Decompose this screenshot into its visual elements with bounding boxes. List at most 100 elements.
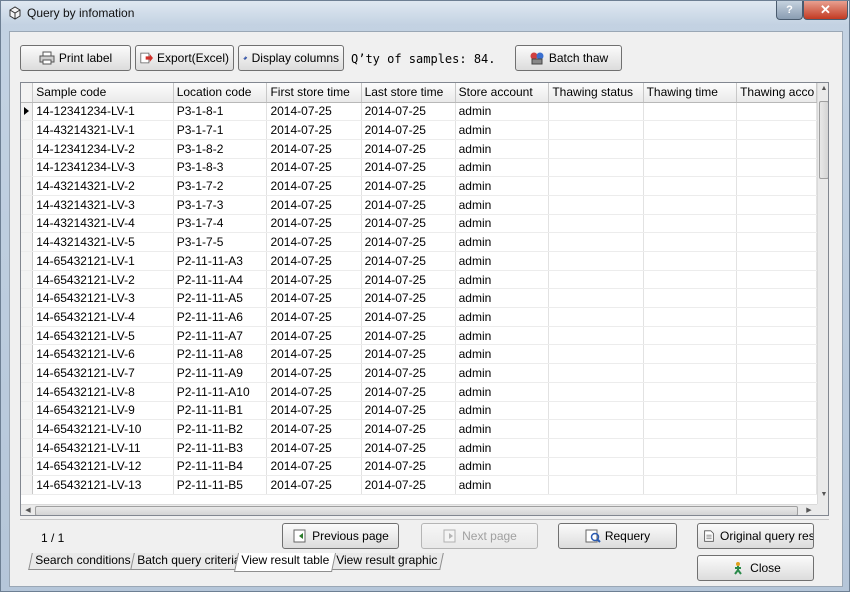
- table-cell[interactable]: 2014-07-25: [266, 382, 362, 402]
- vertical-scrollbar[interactable]: ▲ ▼: [817, 83, 828, 504]
- tab-search-conditions[interactable]: Search conditions: [28, 553, 138, 570]
- table-cell[interactable]: [548, 363, 644, 383]
- table-cell[interactable]: [643, 232, 738, 252]
- scroll-right-icon[interactable]: ▶: [803, 506, 815, 514]
- table-cell[interactable]: 14-65432121-LV-11: [32, 438, 174, 458]
- table-cell[interactable]: [736, 475, 817, 495]
- table-cell[interactable]: P3-1-8-1: [173, 102, 268, 122]
- table-cell[interactable]: 2014-07-25: [361, 382, 456, 402]
- table-cell[interactable]: P2-11-11-B2: [173, 419, 268, 439]
- table-cell[interactable]: [736, 214, 817, 234]
- table-cell[interactable]: P2-11-11-B4: [173, 457, 268, 477]
- table-cell[interactable]: [643, 176, 738, 196]
- table-cell[interactable]: [548, 176, 644, 196]
- table-cell[interactable]: 14-65432121-LV-7: [32, 363, 174, 383]
- table-row[interactable]: 14-43214321-LV-3 P3-1-7-3 2014-07-25 2014-0…: [21, 195, 817, 215]
- table-cell[interactable]: [736, 270, 817, 290]
- column-header[interactable]: Thawing time: [643, 83, 738, 103]
- row-header[interactable]: [21, 475, 34, 495]
- row-header[interactable]: [21, 102, 34, 122]
- table-cell[interactable]: P2-11-11-B1: [173, 401, 268, 421]
- table-cell[interactable]: 14-43214321-LV-4: [32, 214, 174, 234]
- row-header[interactable]: [21, 419, 34, 439]
- table-cell[interactable]: [548, 232, 644, 252]
- table-cell[interactable]: [643, 307, 738, 327]
- table-row[interactable]: 14-65432121-LV-4 P2-11-11-A6 2014-07-25 201…: [21, 307, 817, 327]
- table-cell[interactable]: 2014-07-25: [361, 102, 456, 122]
- table-cell[interactable]: 14-12341234-LV-2: [32, 139, 174, 159]
- table-cell[interactable]: 2014-07-25: [266, 214, 362, 234]
- table-cell[interactable]: [643, 438, 738, 458]
- row-header[interactable]: [21, 344, 34, 365]
- table-cell[interactable]: [736, 382, 817, 402]
- horizontal-scrollbar[interactable]: ◀ ▶: [21, 504, 817, 515]
- table-cell[interactable]: P3-1-7-5: [173, 232, 268, 252]
- table-cell[interactable]: [736, 326, 817, 346]
- table-cell[interactable]: 2014-07-25: [361, 344, 456, 365]
- table-cell[interactable]: admin: [455, 120, 550, 140]
- table-cell[interactable]: [643, 214, 738, 234]
- table-cell[interactable]: [736, 438, 817, 458]
- table-row[interactable]: 14-12341234-LV-2 P3-1-8-2 2014-07-25 2014-0…: [21, 139, 817, 159]
- table-row[interactable]: 14-65432121-LV-10 P2-11-11-B2 2014-07-25 20…: [21, 419, 817, 439]
- table-cell[interactable]: 14-12341234-LV-1: [32, 102, 174, 122]
- table-cell[interactable]: admin: [455, 288, 550, 309]
- table-cell[interactable]: admin: [455, 232, 550, 252]
- row-header[interactable]: [21, 251, 34, 271]
- table-cell[interactable]: 14-43214321-LV-3: [32, 195, 174, 215]
- table-cell[interactable]: [643, 344, 738, 365]
- table-cell[interactable]: [643, 139, 738, 159]
- table-cell[interactable]: 2014-07-25: [361, 176, 456, 196]
- table-cell[interactable]: P3-1-8-3: [173, 158, 268, 178]
- table-cell[interactable]: P2-11-11-A7: [173, 326, 268, 346]
- table-cell[interactable]: [548, 158, 644, 178]
- table-cell[interactable]: 2014-07-25: [361, 419, 456, 439]
- previous-page-button[interactable]: Previous page: [282, 523, 399, 549]
- table-cell[interactable]: 2014-07-25: [266, 176, 362, 196]
- table-cell[interactable]: 2014-07-25: [361, 120, 456, 140]
- column-header[interactable]: Sample code: [32, 83, 174, 103]
- table-cell[interactable]: 14-43214321-LV-2: [32, 176, 174, 196]
- table-cell[interactable]: 2014-07-25: [266, 326, 362, 346]
- table-cell[interactable]: [643, 475, 738, 495]
- table-row[interactable]: 14-65432121-LV-13 P2-11-11-B5 2014-07-25 20…: [21, 475, 817, 495]
- table-cell[interactable]: [736, 232, 817, 252]
- table-cell[interactable]: [548, 251, 644, 271]
- table-cell[interactable]: [548, 139, 644, 159]
- table-cell[interactable]: 2014-07-25: [266, 102, 362, 122]
- table-cell[interactable]: [643, 419, 738, 439]
- table-cell[interactable]: P2-11-11-A6: [173, 307, 268, 327]
- window-close-button[interactable]: ✕: [803, 1, 848, 20]
- table-cell[interactable]: [736, 307, 817, 327]
- row-header[interactable]: [21, 457, 34, 477]
- table-cell[interactable]: 14-65432121-LV-8: [32, 382, 174, 402]
- table-cell[interactable]: admin: [455, 438, 550, 458]
- table-cell[interactable]: admin: [455, 176, 550, 196]
- column-header[interactable]: First store time: [266, 83, 362, 103]
- table-cell[interactable]: [548, 326, 644, 346]
- table-cell[interactable]: [736, 195, 817, 215]
- row-header[interactable]: [21, 401, 34, 421]
- table-cell[interactable]: [548, 401, 644, 421]
- table-cell[interactable]: 2014-07-25: [266, 139, 362, 159]
- table-cell[interactable]: P2-11-11-A9: [173, 363, 268, 383]
- table-cell[interactable]: 14-43214321-LV-5: [32, 232, 174, 252]
- table-cell[interactable]: 2014-07-25: [361, 457, 456, 477]
- table-cell[interactable]: admin: [455, 195, 550, 215]
- table-cell[interactable]: admin: [455, 475, 550, 495]
- table-cell[interactable]: 2014-07-25: [266, 195, 362, 215]
- table-cell[interactable]: [643, 251, 738, 271]
- table-cell[interactable]: 2014-07-25: [361, 158, 456, 178]
- tab-view-result-graphic[interactable]: View result graphic: [329, 553, 444, 570]
- table-row[interactable]: 14-43214321-LV-4 P3-1-7-4 2014-07-25 2014-0…: [21, 214, 817, 234]
- table-cell[interactable]: 2014-07-25: [361, 232, 456, 252]
- table-cell[interactable]: admin: [455, 307, 550, 327]
- table-row[interactable]: 14-43214321-LV-2 P3-1-7-2 2014-07-25 2014-0…: [21, 176, 817, 196]
- row-header[interactable]: [21, 438, 34, 458]
- scroll-down-icon[interactable]: ▼: [818, 491, 828, 498]
- table-row[interactable]: 14-65432121-LV-11 P2-11-11-B3 2014-07-25 20…: [21, 438, 817, 458]
- table-row[interactable]: 14-65432121-LV-6 P2-11-11-A8 2014-07-25 201…: [21, 344, 817, 365]
- original-query-result-button[interactable]: Original query result: [697, 523, 814, 549]
- table-cell[interactable]: [548, 307, 644, 327]
- table-cell[interactable]: 2014-07-25: [266, 251, 362, 271]
